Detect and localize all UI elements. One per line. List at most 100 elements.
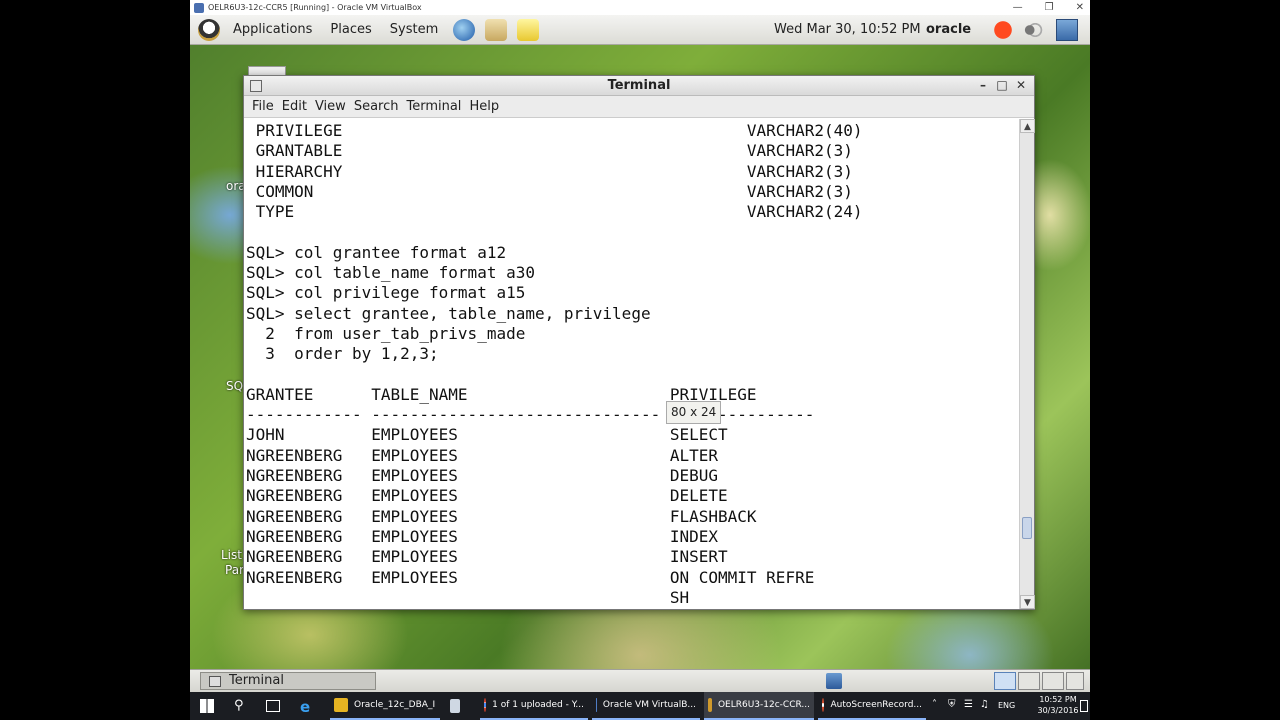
speaker-icon[interactable]: ♫ bbox=[980, 699, 989, 710]
scroll-up-icon[interactable]: ▲ bbox=[1020, 119, 1035, 133]
terminal-icon bbox=[250, 80, 262, 92]
terminal-size-tooltip: 80 x 24 bbox=[666, 401, 722, 424]
virtualbox-icon bbox=[596, 698, 597, 712]
recorder-icon bbox=[822, 698, 825, 712]
applications-menu[interactable]: Applications bbox=[228, 22, 317, 37]
note-editor-icon[interactable] bbox=[517, 18, 540, 41]
taskbar-app-label: Oracle VM VirtualB... bbox=[602, 700, 696, 710]
terminal-line: JOHN EMPLOYEES SELECT bbox=[246, 425, 728, 445]
workspace-3[interactable] bbox=[1042, 672, 1064, 690]
screen: OELR6U3-12c-CCR5 [Running] - Oracle VM V… bbox=[0, 0, 1280, 720]
taskbar-app-label: Oracle_12c_DBA_I bbox=[354, 700, 436, 710]
terminal-menubar: File Edit View Search Terminal Help bbox=[244, 96, 1034, 118]
terminal-titlebar[interactable]: Terminal – □ ✕ bbox=[244, 76, 1034, 96]
terminal-line: NGREENBERG EMPLOYEES INDEX bbox=[246, 526, 719, 546]
terminal-line: 2 from user_tab_privs_made bbox=[246, 323, 526, 343]
gnome-bottom-panel: Terminal bbox=[190, 669, 1090, 692]
terminal-window: Terminal – □ ✕ File Edit View Search Ter… bbox=[243, 75, 1035, 610]
minimize-icon[interactable]: — bbox=[1013, 2, 1023, 13]
folder-icon bbox=[334, 698, 348, 712]
terminal-output[interactable]: PRIVILEGE VARCHAR2(40) GRANTABLE VARCHAR… bbox=[244, 119, 1019, 609]
volume-icon[interactable] bbox=[1022, 19, 1044, 41]
taskbar-terminal-button[interactable]: Terminal bbox=[200, 672, 376, 690]
gnome-top-panel: Applications Places System Wed Mar 30, 1… bbox=[190, 15, 1090, 45]
terminal-scrollbar[interactable]: ▲ ▼ bbox=[1019, 119, 1035, 609]
terminal-line: PRIVILEGE VARCHAR2(40) bbox=[246, 121, 863, 140]
close-icon[interactable]: ✕ bbox=[1076, 2, 1084, 13]
workspace-2[interactable] bbox=[1018, 672, 1040, 690]
chevron-up-icon[interactable]: ˄ bbox=[932, 699, 937, 710]
taskbar-app-virtualbox[interactable]: Oracle VM VirtualB... bbox=[592, 692, 700, 720]
terminal-line: 3 order by 1,2,3; bbox=[246, 344, 439, 364]
terminal-line: NGREENBERG EMPLOYEES ON COMMIT REFRE bbox=[246, 567, 815, 587]
terminal-title: Terminal bbox=[607, 78, 671, 93]
virtualbox-vm-icon bbox=[708, 698, 712, 712]
show-desktop-icon[interactable] bbox=[826, 673, 842, 689]
menu-view[interactable]: View bbox=[315, 99, 346, 114]
windows-date: 30/3/2016 bbox=[1037, 706, 1079, 715]
menu-edit[interactable]: Edit bbox=[282, 99, 307, 114]
terminal-line: SQL> col privilege format a15 bbox=[246, 283, 526, 303]
virtualbox-titlebar: OELR6U3-12c-CCR5 [Running] - Oracle VM V… bbox=[190, 0, 1090, 15]
terminal-line: GRANTABLE VARCHAR2(3) bbox=[246, 141, 853, 161]
terminal-line: NGREENBERG EMPLOYEES ALTER bbox=[246, 445, 719, 465]
terminal-line: SH bbox=[246, 587, 690, 607]
terminal-line: SQL> col table_name format a30 bbox=[246, 263, 535, 283]
menu-search[interactable]: Search bbox=[354, 99, 399, 114]
desktop-icon-label: SQ bbox=[226, 379, 244, 393]
wifi-icon[interactable]: ☰ bbox=[964, 699, 973, 710]
shield-icon[interactable]: ⛨ bbox=[948, 699, 956, 710]
network-icon[interactable] bbox=[1056, 19, 1078, 41]
windows-taskbar: ⚲ e Oracle_12c_DBA_I 1 of 1 uploaded - Y… bbox=[190, 692, 1090, 720]
desktop-icon-label: List bbox=[221, 548, 242, 562]
workspace-1[interactable] bbox=[994, 672, 1016, 690]
system-menu[interactable]: System bbox=[385, 22, 443, 37]
taskbar-app-folder[interactable]: Oracle_12c_DBA_I bbox=[330, 692, 440, 720]
language-indicator[interactable]: ENG bbox=[998, 701, 1015, 710]
terminal-line: NGREENBERG EMPLOYEES FLASHBACK bbox=[246, 506, 757, 526]
desktop-icon-label: Par bbox=[225, 563, 244, 577]
terminal-text: PRIVILEGE VARCHAR2(40) GRANTABLE VARCHAR… bbox=[244, 119, 1019, 608]
places-menu[interactable]: Places bbox=[325, 22, 376, 37]
scroll-down-icon[interactable]: ▼ bbox=[1020, 595, 1035, 609]
menu-help[interactable]: Help bbox=[469, 99, 499, 114]
workspace-4[interactable] bbox=[1066, 672, 1084, 690]
edge-icon[interactable]: e bbox=[300, 698, 310, 716]
panel-clock[interactable]: Wed Mar 30, 10:52 PM bbox=[774, 22, 921, 37]
search-icon[interactable]: ⚲ bbox=[234, 698, 244, 713]
taskbar-app-recorder[interactable]: AutoScreenRecord... bbox=[818, 692, 926, 720]
task-view-icon[interactable] bbox=[266, 700, 280, 712]
windows-clock[interactable]: 10:52 PM 30/3/2016 bbox=[1036, 694, 1080, 716]
terminal-line: COMMON VARCHAR2(3) bbox=[246, 181, 853, 201]
chrome-icon bbox=[484, 698, 487, 712]
terminal-line: TYPE VARCHAR2(24) bbox=[246, 202, 863, 222]
restore-icon[interactable]: ❐ bbox=[1045, 2, 1054, 13]
scroll-thumb[interactable] bbox=[1022, 517, 1032, 539]
taskbar-app-vm-window[interactable]: OELR6U3-12c-CCR... bbox=[704, 692, 814, 720]
panel-user[interactable]: oracle bbox=[926, 22, 971, 37]
guest-desktop: Applications Places System Wed Mar 30, 1… bbox=[190, 15, 1090, 692]
minimize-icon[interactable]: – bbox=[976, 78, 990, 92]
terminal-icon bbox=[209, 675, 221, 687]
menu-file[interactable]: File bbox=[252, 99, 274, 114]
update-alert-icon[interactable] bbox=[992, 19, 1014, 41]
windows-start-icon[interactable] bbox=[200, 699, 214, 713]
terminal-line: HIERARCHY VARCHAR2(3) bbox=[246, 161, 853, 181]
notifications-icon[interactable] bbox=[1080, 700, 1088, 712]
web-browser-icon[interactable] bbox=[453, 18, 476, 41]
virtualbox-icon bbox=[194, 2, 204, 13]
terminal-line: NGREENBERG EMPLOYEES INSERT bbox=[246, 547, 728, 567]
gnome-foot-icon[interactable] bbox=[198, 18, 220, 41]
taskbar-app-chrome[interactable]: 1 of 1 uploaded - Y... bbox=[480, 692, 588, 720]
windows-time: 10:52 PM bbox=[1039, 695, 1077, 704]
taskbar-app-store[interactable] bbox=[446, 692, 470, 720]
mail-icon[interactable] bbox=[485, 18, 508, 41]
close-icon[interactable]: ✕ bbox=[1014, 78, 1028, 92]
terminal-line: NGREENBERG EMPLOYEES DELETE bbox=[246, 486, 728, 506]
menu-terminal[interactable]: Terminal bbox=[406, 99, 461, 114]
taskbar-app-label: 1 of 1 uploaded - Y... bbox=[492, 700, 584, 710]
taskbar-app-label: AutoScreenRecord... bbox=[830, 700, 922, 710]
virtualbox-window-title: OELR6U3-12c-CCR5 [Running] - Oracle VM V… bbox=[208, 3, 422, 12]
maximize-icon[interactable]: □ bbox=[995, 78, 1009, 92]
